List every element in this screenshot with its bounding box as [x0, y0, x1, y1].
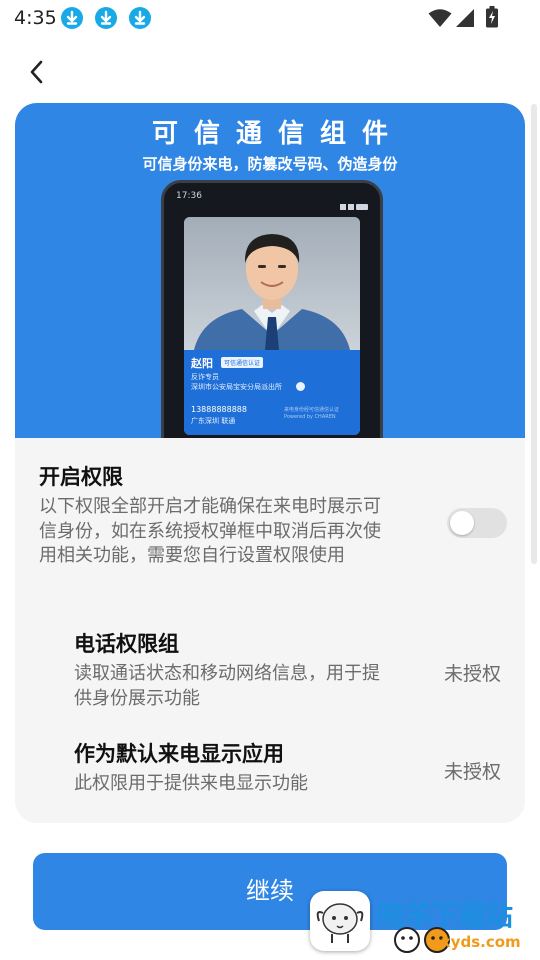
- banner: 可信通信组件 可信身份来电，防篡改号码、伪造身份 17:36 赵阳 可信通信认证…: [15, 103, 525, 438]
- incoming-call-card: 赵阳 可信通信认证 反诈专员 深圳市公安局宝安分局派出所 13888888888…: [184, 217, 360, 435]
- wifi-icon: [428, 8, 452, 32]
- status-time: 4:35: [14, 7, 57, 29]
- caller-photo: [184, 217, 360, 350]
- powered-by-text: 来电身份经可信通信认证 Powered by CHAREN: [284, 407, 356, 421]
- download-icon: [129, 7, 151, 29]
- powered-by-line: Powered by CHAREN: [284, 414, 336, 420]
- battery-charging-icon: [485, 6, 499, 32]
- caller-organization: 深圳市公安局宝安分局派出所: [191, 383, 282, 391]
- permission-card: 可信通信组件 可信身份来电，防篡改号码、伪造身份 17:36 赵阳 可信通信认证…: [15, 103, 525, 823]
- back-button[interactable]: [24, 58, 52, 86]
- caller-display-permission-description: 此权限用于提供来电显示功能: [74, 773, 308, 794]
- caller-info-panel: 赵阳 可信通信认证 反诈专员 深圳市公安局宝安分局派出所 13888888888…: [184, 350, 360, 435]
- scroll-indicator[interactable]: [531, 104, 537, 564]
- verified-icon: [296, 382, 305, 391]
- permission-title: 开启权限: [39, 465, 123, 489]
- status-bar: 4:35: [0, 0, 540, 36]
- sheep-logo-icon: [310, 891, 370, 951]
- permission-description: 以下权限全部开启才能确保在来电时展示可信身份，如在系统授权弹框中取消后再次使用相…: [39, 496, 381, 566]
- phone-mockup: 17:36 赵阳 可信通信认证 反诈专员 深圳市公安局宝安分局派出所 13888…: [161, 180, 383, 438]
- caller-number: 13888888888: [191, 405, 247, 414]
- signal-icon: [455, 8, 475, 32]
- caller-role: 反诈专员: [191, 373, 219, 381]
- caller-display-permission-title: 作为默认来电显示应用: [74, 742, 284, 766]
- certification-badge: 可信通信认证: [221, 357, 264, 368]
- phone-permission-description: 读取通话状态和移动网络信息，用于提供身份展示功能: [74, 663, 380, 709]
- site-watermark: 晓羊下载站 xyds.com: [307, 888, 540, 960]
- download-icon: [95, 7, 117, 29]
- phone-status-icons: [340, 191, 372, 210]
- banner-title: 可信通信组件: [151, 119, 404, 149]
- chevron-left-icon: [30, 60, 43, 84]
- watermark-url: xyds.com: [441, 933, 521, 951]
- powered-by-line: 来电身份经可信通信认证: [284, 407, 340, 413]
- banner-subtitle: 可信身份来电，防篡改号码、伪造身份: [142, 155, 398, 173]
- permission-toggle[interactable]: [447, 508, 507, 538]
- phone-permission-status[interactable]: 未授权: [444, 659, 501, 686]
- caller-display-permission-status[interactable]: 未授权: [444, 757, 501, 784]
- download-icon: [61, 7, 83, 29]
- caller-location: 广东深圳 联通: [191, 417, 236, 425]
- toggle-knob: [450, 511, 474, 535]
- caller-name: 赵阳: [191, 357, 213, 370]
- phone-permission-title: 电话权限组: [74, 632, 179, 656]
- phone-time: 17:36: [176, 191, 202, 201]
